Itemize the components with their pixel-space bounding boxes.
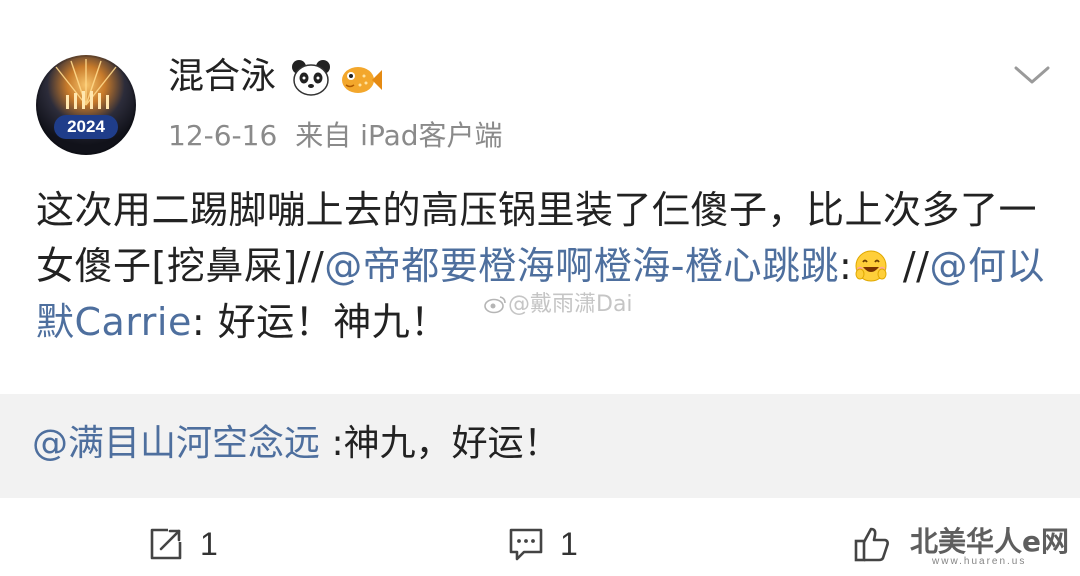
site-watermark: 北美华人e网 bbox=[910, 525, 1069, 558]
weibo-post-card: 2024 混合泳 12-6-16 来自 iPad客户端 这次用二踢脚嘣上去的高压… bbox=[0, 0, 1080, 576]
mention-link[interactable]: @帝都要橙海啊橙海-橙心跳跳 bbox=[324, 244, 839, 288]
comment-button[interactable]: 1 bbox=[506, 522, 578, 566]
grinning-emoji-icon bbox=[855, 250, 887, 282]
post-meta: 12-6-16 来自 iPad客户端 bbox=[168, 116, 503, 156]
fish-icon bbox=[342, 67, 382, 93]
panda-icon bbox=[292, 60, 330, 96]
post-text-segment: : bbox=[838, 244, 853, 288]
avatar-year-badge: 2024 bbox=[54, 115, 118, 139]
post-source: 来自 iPad客户端 bbox=[295, 119, 503, 152]
username[interactable]: 混合泳 bbox=[168, 53, 276, 101]
repost-count: 1 bbox=[200, 525, 218, 562]
share-icon bbox=[150, 528, 182, 560]
repost-text: @满目山河空念远 :神九，好运！ bbox=[32, 419, 560, 469]
avatar-fireworks-graphic bbox=[55, 59, 117, 109]
thumbs-up-icon bbox=[854, 527, 889, 562]
comment-count: 1 bbox=[560, 525, 578, 562]
user-avatar[interactable]: 2024 bbox=[36, 55, 136, 155]
site-watermark-url: www.huaren.us bbox=[932, 556, 1027, 567]
chevron-down-icon[interactable] bbox=[1010, 60, 1054, 90]
post-text-segment: : 好运！神九！ bbox=[191, 300, 449, 344]
post-content: 这次用二踢脚嘣上去的高压锅里装了仨傻子，比上次多了一女傻子[挖鼻屎]//@帝都要… bbox=[36, 182, 1046, 350]
comment-icon bbox=[509, 528, 543, 561]
like-button[interactable] bbox=[852, 522, 892, 566]
repost-comment[interactable]: @满目山河空念远 :神九，好运！ bbox=[0, 394, 1080, 498]
post-timestamp: 12-6-16 bbox=[168, 119, 278, 152]
mention-link[interactable]: @满目山河空念远 bbox=[32, 423, 320, 464]
repost-button[interactable]: 1 bbox=[146, 522, 218, 566]
repost-text-body: :神九，好运！ bbox=[320, 423, 560, 464]
post-text-segment: // bbox=[890, 244, 930, 288]
